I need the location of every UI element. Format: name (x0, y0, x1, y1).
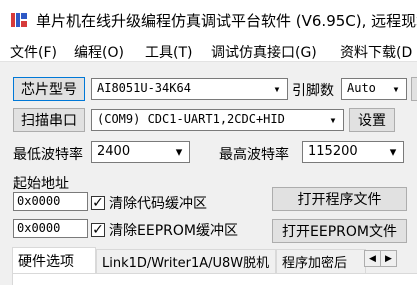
chevron-down-icon: ▾ (392, 82, 400, 96)
app-icon (10, 11, 28, 29)
clear-code-buffer-checkbox[interactable]: ✓ 清除代码缓冲区 (91, 193, 207, 213)
menu-file[interactable]: 文件(F) (10, 42, 57, 62)
checkbox-box: ✓ (91, 222, 105, 238)
port-value: (COM9) CDC1-UART1,2CDC+HID (97, 112, 285, 126)
tab-scroll-right-button[interactable]: ▶ (380, 250, 397, 267)
pin-count-select[interactable]: Auto ▾ (341, 78, 407, 100)
tab-bar: 硬件选项 Link1D/Writer1A/U8W脱机 程序加密后 ◀ ▶ (12, 247, 417, 274)
clear-eeprom-buffer-checkbox[interactable]: ✓ 清除EEPROM缓冲区 (91, 220, 238, 240)
pin-count-label: 引脚数 (292, 83, 334, 99)
menu-debug[interactable]: 调试仿真接口(G) (211, 42, 317, 62)
tab-panel (12, 273, 417, 285)
title-bar: 单片机在线升级编程仿真调试平台软件 (V6.95C), 远程现场 (0, 0, 417, 40)
max-baud-label: 最高波特率 (219, 147, 289, 163)
eeprom-address-input[interactable]: 0x0000 (13, 219, 88, 238)
clear-eeprom-buffer-label: 清除EEPROM缓冲区 (109, 223, 238, 239)
open-program-button[interactable]: 打开程序文件 (272, 187, 407, 211)
port-select[interactable]: (COM9) CDC1-UART1,2CDC+HID ▾ (91, 109, 344, 131)
menu-tools[interactable]: 工具(T) (145, 42, 192, 62)
pin-count-value: Auto (347, 81, 376, 95)
open-eeprom-button[interactable]: 打开EEPROM文件 (272, 219, 407, 243)
chevron-down-icon: ▾ (329, 113, 337, 127)
extra-button[interactable] (411, 77, 417, 101)
min-baud-value: 2400 (97, 144, 131, 159)
min-baud-select[interactable]: 2400 ▾ (91, 141, 190, 163)
checkbox-box: ✓ (91, 195, 105, 211)
menu-program[interactable]: 编程(O) (74, 42, 124, 62)
chevron-down-icon: ▾ (273, 82, 281, 96)
code-address-input[interactable]: 0x0000 (13, 192, 88, 211)
check-icon: ✓ (92, 222, 104, 238)
menu-download[interactable]: 资料下载(D (340, 42, 412, 62)
tab-hardware-options[interactable]: 硬件选项 (12, 247, 96, 274)
window-title: 单片机在线升级编程仿真调试平台软件 (V6.95C), 远程现场 (36, 12, 417, 30)
tab-program-encryption[interactable]: 程序加密后 (276, 249, 366, 273)
port-settings-button[interactable]: 设置 (349, 108, 395, 132)
max-baud-select[interactable]: 115200 ▾ (302, 141, 404, 163)
chevron-down-icon: ▾ (389, 144, 397, 160)
tab-offline-writer[interactable]: Link1D/Writer1A/U8W脱机 (96, 249, 276, 273)
min-baud-label: 最低波特率 (13, 147, 83, 163)
tab-scroll-left-button[interactable]: ◀ (364, 250, 381, 267)
start-address-label: 起始地址 (13, 176, 69, 192)
check-icon: ✓ (92, 195, 104, 211)
max-baud-value: 115200 (308, 144, 358, 159)
clear-code-buffer-label: 清除代码缓冲区 (109, 196, 207, 212)
chevron-down-icon: ▾ (175, 144, 183, 160)
chip-model-button[interactable]: 芯片型号 (13, 77, 85, 101)
chip-model-select[interactable]: AI8051U-34K64 ▾ (91, 78, 288, 100)
scan-port-button[interactable]: 扫描串口 (13, 108, 85, 132)
chip-model-value: AI8051U-34K64 (97, 81, 191, 95)
menu-bar: 文件(F) 编程(O) 工具(T) 调试仿真接口(G) 资料下载(D (0, 40, 417, 62)
